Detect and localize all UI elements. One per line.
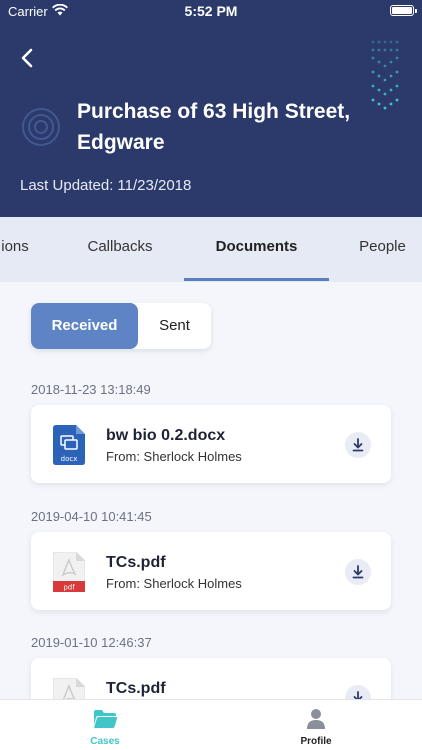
back-chevron-icon[interactable] [16, 46, 40, 70]
download-icon[interactable] [345, 432, 371, 458]
tab-active-indicator [184, 278, 329, 281]
nav-profile[interactable]: Profile [276, 700, 356, 750]
received-sent-toggle: Received Sent [31, 303, 211, 349]
user-icon [307, 709, 325, 729]
received-segment[interactable]: Received [31, 303, 138, 349]
status-bar: Carrier 5:52 PM [0, 0, 422, 22]
document-name: TCs.pdf [106, 680, 166, 697]
last-updated-value: 11/23/2018 [117, 177, 192, 194]
battery-icon [390, 5, 417, 16]
pdf-file-icon: pdf [53, 552, 85, 592]
document-name: TCs.pdf [106, 554, 166, 571]
last-updated: Last Updated: 11/23/2018 [20, 177, 191, 194]
case-tabs: ions Callbacks Documents People [0, 217, 422, 282]
nav-profile-label: Profile [300, 736, 332, 747]
document-card[interactable]: docx bw bio 0.2.docx From: Sherlock Holm… [31, 405, 391, 483]
last-updated-label: Last Updated: [20, 177, 114, 194]
download-icon[interactable] [345, 559, 371, 585]
document-date: 2019-04-10 10:41:45 [31, 509, 152, 524]
document-date: 2018-11-23 13:18:49 [31, 382, 151, 397]
document-sender: From: Sherlock Holmes [106, 449, 242, 464]
tab-notifications[interactable]: ions [0, 217, 40, 282]
document-date: 2019-01-10 12:46:37 [31, 635, 152, 650]
document-name: bw bio 0.2.docx [106, 427, 226, 444]
document-card[interactable]: pdf TCs.pdf From: Sherlock Holmes [31, 532, 391, 610]
status-time: 5:52 PM [184, 3, 238, 19]
page-title: Purchase of 63 High Street, Edgware [77, 100, 351, 154]
docx-file-icon: docx [53, 425, 85, 465]
sent-segment[interactable]: Sent [138, 303, 211, 349]
case-logo-icon [22, 108, 60, 146]
bottom-tab-bar: Cases Profile [0, 699, 422, 750]
tab-documents[interactable]: Documents [184, 217, 329, 282]
svg-text:pdf: pdf [63, 584, 75, 592]
nav-cases-label: Cases [90, 736, 120, 747]
case-header: Carrier 5:52 PM Purchase of 63 High Stre… [0, 0, 422, 217]
nav-cases[interactable]: Cases [65, 700, 145, 750]
svg-text:docx: docx [61, 455, 78, 463]
tab-people[interactable]: People [350, 217, 415, 282]
folder-icon [94, 710, 117, 728]
document-sender: From: Sherlock Holmes [106, 576, 242, 591]
tab-callbacks[interactable]: Callbacks [70, 217, 170, 282]
